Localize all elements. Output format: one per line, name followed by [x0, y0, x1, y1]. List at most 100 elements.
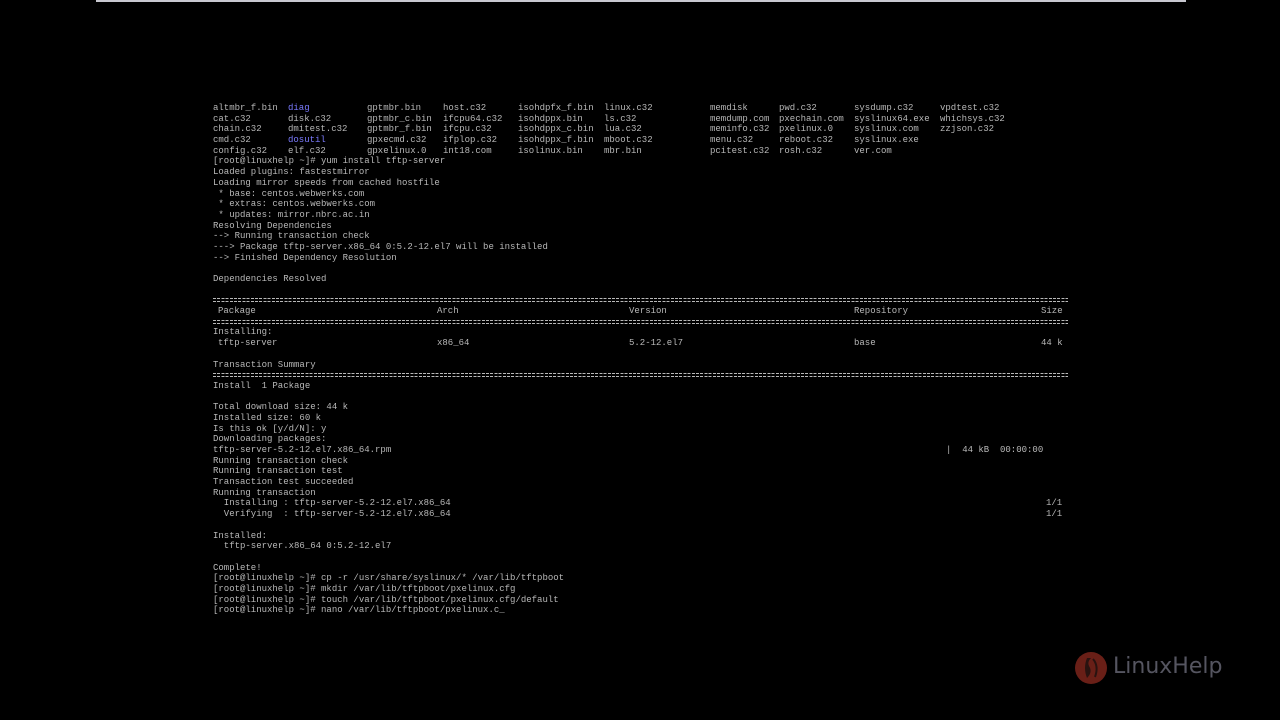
- file-entry: vpdtest.c32: [940, 103, 1000, 113]
- file-entry: zzjson.c32: [940, 124, 995, 135]
- file-entry: isolinux.bin: [518, 145, 583, 156]
- file-entry: sysdump.c32: [854, 103, 914, 113]
- console-line: * updates: mirror.nbrc.ac.in: [213, 209, 370, 220]
- post-log: Total download size: 44 k Installed size:…: [213, 392, 1073, 445]
- step-row-installing: Installing : tftp-server-5.2-12.el7.x86_…: [213, 498, 1073, 509]
- step-row-verifying: Verifying : tftp-server-5.2-12.el7.x86_6…: [213, 509, 1073, 520]
- file-entry: memdisk: [710, 103, 748, 113]
- console-line: Resolving Dependencies: [213, 220, 332, 231]
- console-line: Transaction test succeeded: [213, 477, 354, 488]
- file-entry: ifplop.c32: [443, 135, 498, 146]
- listing-row: altmbr_f.bin diag gptmbr.bin host.c32 isohdp…: [213, 103, 1073, 114]
- file-entry: ifcpu64.c32: [443, 113, 503, 124]
- file-entry: memdump.com: [710, 113, 770, 124]
- file-entry: isohdppx_f.bin: [518, 135, 594, 146]
- download-file: tftp-server-5.2-12.el7.x86_64.rpm: [213, 445, 392, 455]
- package-repository: base: [854, 338, 876, 349]
- col-header-version: Version: [629, 306, 667, 317]
- download-row: tftp-server-5.2-12.el7.x86_64.rpm | 44 k…: [213, 445, 1073, 456]
- file-entry: host.c32: [443, 103, 487, 113]
- linuxhelp-watermark: LinuxHelp: [1073, 648, 1233, 688]
- command-prompt[interactable]: [root@linuxhelp ~]# nano /var/lib/tftpbo…: [213, 605, 1073, 616]
- file-entry: cmd.c32: [213, 135, 251, 146]
- download-progress: | 44 kB 00:00:00: [946, 445, 1044, 455]
- package-version: 5.2-12.el7: [629, 338, 684, 349]
- listing-row: cat.c32 disk.c32 gptmbr_c.bin ifcpu64.c32 is…: [213, 114, 1073, 125]
- step-count: 1/1: [1046, 498, 1063, 509]
- file-entry: ls.c32: [604, 113, 637, 124]
- console-line: --> Running transaction check: [213, 231, 370, 242]
- file-entry: chain.c32: [213, 124, 262, 135]
- file-listing: altmbr_f.bin diag gptmbr.bin host.c32 isohdp…: [213, 103, 1073, 156]
- file-entry: gptmbr_f.bin: [367, 124, 432, 135]
- file-entry: gpxecmd.c32: [367, 135, 427, 146]
- console-line: Complete!: [213, 562, 262, 573]
- file-entry: meminfo.c32: [710, 124, 770, 135]
- file-entry: disk.c32: [288, 113, 332, 124]
- console-line: [root@linuxhelp ~]# yum install tftp-ser…: [213, 156, 446, 167]
- file-entry: mbr.bin: [604, 145, 642, 156]
- console-line: * extras: centos.webwerks.com: [213, 199, 376, 210]
- install-log: [root@linuxhelp ~]# yum install tftp-ser…: [213, 156, 1073, 295]
- file-entry: dosutil: [288, 135, 326, 146]
- transaction-log: Running transaction check Running transac…: [213, 456, 1073, 499]
- table-header-row: Package Arch Version Repository Size: [213, 306, 1073, 317]
- file-entry: ifcpu.c32: [443, 124, 492, 135]
- col-header-repository: Repository: [854, 306, 909, 317]
- file-entry: syslinux.exe: [854, 135, 919, 146]
- file-entry: isohdppx_c.bin: [518, 124, 594, 135]
- listing-row: config.c32 elf.c32 gpxelinux.0 int18.com iso…: [213, 146, 1073, 157]
- table-row: tftp-server x86_64 5.2-12.el7 base 44 k: [213, 338, 1073, 349]
- file-entry: menu.c32: [710, 135, 754, 146]
- file-entry: lua.c32: [604, 124, 642, 135]
- file-entry: pxechain.com: [779, 113, 844, 124]
- file-entry: diag: [288, 103, 310, 113]
- file-entry: elf.c32: [288, 145, 326, 156]
- console-line: Is this ok [y/d/N]: y: [213, 423, 327, 434]
- file-entry: mboot.c32: [604, 135, 653, 146]
- console-line: [root@linuxhelp ~]# cp -r /usr/share/sys…: [213, 573, 565, 584]
- col-header-package: Package: [218, 306, 256, 317]
- file-entry: int18.com: [443, 145, 492, 156]
- console-line: ---> Package tftp-server.x86_64 0:5.2-12…: [213, 241, 548, 252]
- console-line: Installed size: 60 k: [213, 412, 322, 423]
- file-entry: altmbr_f.bin: [213, 103, 278, 113]
- linuxhelp-logo-icon: [1075, 652, 1107, 684]
- summary-separator: [213, 370, 1073, 381]
- console-line: Loaded plugins: fastestmirror: [213, 167, 370, 178]
- final-log: Installed: tftp-server.x86_64 0:5.2-12.e…: [213, 520, 1073, 606]
- window-top-border: [96, 0, 1186, 2]
- console-line: Total download size: 44 k: [213, 402, 349, 413]
- file-entry: cat.c32: [213, 113, 251, 124]
- file-entry: gptmbr.bin: [367, 103, 422, 113]
- table-section-label: Installing:: [213, 327, 273, 338]
- file-entry: syslinux64.exe: [854, 113, 930, 124]
- file-entry: reboot.c32: [779, 135, 834, 146]
- prompt-text: [root@linuxhelp ~]# nano /var/lib/tftpbo…: [213, 605, 500, 616]
- col-header-size: Size: [1041, 306, 1063, 317]
- table-separator-mid: [213, 317, 1073, 328]
- file-entry: whichsys.c32: [940, 113, 1005, 124]
- summary-title: Transaction Summary: [213, 359, 316, 370]
- console-line: Installed:: [213, 530, 268, 541]
- console-line: --> Finished Dependency Resolution: [213, 252, 397, 263]
- listing-row: chain.c32 dmitest.c32 gptmbr_f.bin ifcpu.c3…: [213, 124, 1073, 135]
- file-entry: gpxelinux.0: [367, 145, 427, 156]
- console-line: Running transaction: [213, 487, 316, 498]
- col-header-arch: Arch: [437, 306, 459, 317]
- console-line: tftp-server.x86_64 0:5.2-12.el7: [213, 541, 392, 552]
- text-cursor: _: [499, 605, 505, 616]
- console-line: Downloading packages:: [213, 434, 327, 445]
- file-entry: pxelinux.0: [779, 124, 834, 135]
- step-label: Verifying : tftp-server-5.2-12.el7.x86_6…: [213, 509, 451, 520]
- file-entry: pcitest.c32: [710, 145, 770, 156]
- terminal-console[interactable]: altmbr_f.bin diag gptmbr.bin host.c32 isohdp…: [213, 103, 1073, 616]
- file-entry: isohdpfx_f.bin: [518, 103, 594, 113]
- console-line: * base: centos.webwerks.com: [213, 188, 365, 199]
- file-entry: pwd.c32: [779, 103, 817, 113]
- package-size: 44 k: [1041, 338, 1063, 349]
